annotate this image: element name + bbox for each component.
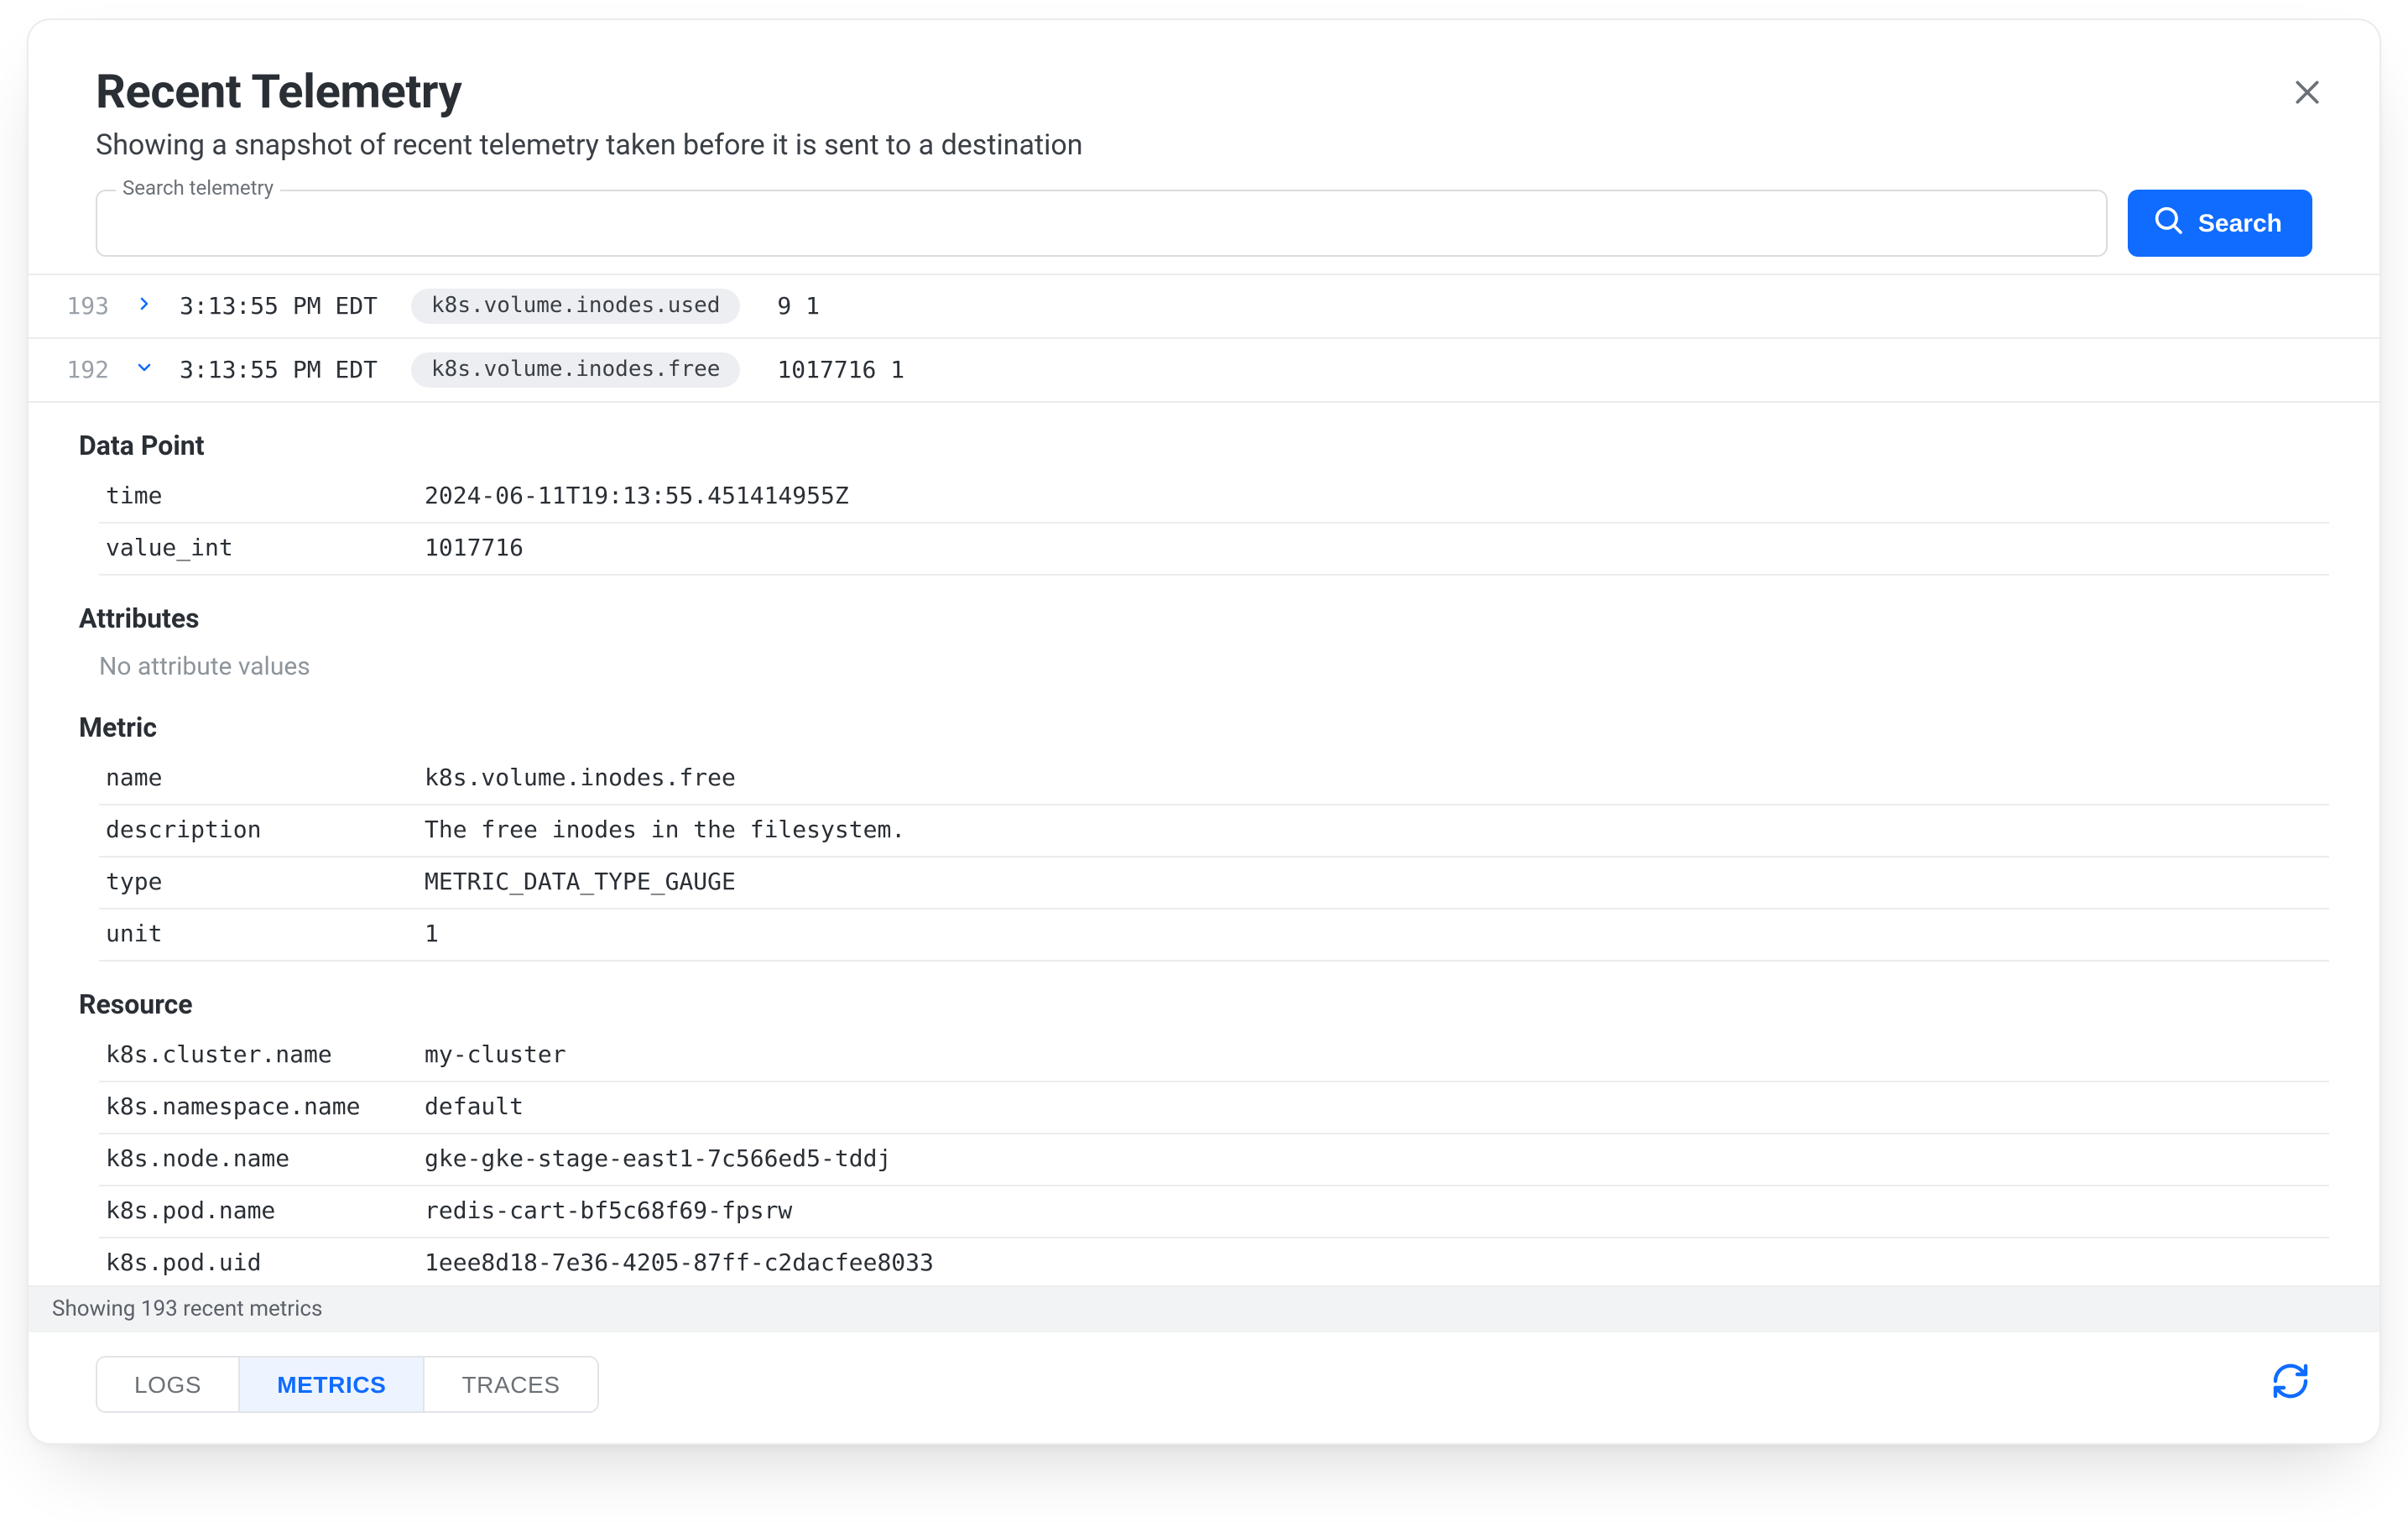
kv-key: unit (99, 909, 418, 961)
row-values: 9 1 (777, 293, 820, 320)
telemetry-row[interactable]: 192 3:13:55 PM EDT k8s.volume.inodes.fre… (29, 339, 2379, 403)
kv-key: k8s.namespace.name (99, 1082, 418, 1134)
tab-metrics[interactable]: METRICS (240, 1358, 425, 1411)
tab-traces[interactable]: TRACES (425, 1358, 597, 1411)
kv-row: k8s.cluster.name my-cluster (99, 1030, 2329, 1082)
kv-row: name k8s.volume.inodes.free (99, 753, 2329, 805)
kv-row: type METRIC_DATA_TYPE_GAUGE (99, 857, 2329, 909)
refresh-icon (2270, 1361, 2311, 1408)
section-heading-attributes: Attributes (79, 602, 2329, 634)
kv-value: 1 (418, 909, 2329, 961)
telemetry-modal: Recent Telemetry Showing a snapshot of r… (27, 18, 2381, 1445)
kv-row: description The free inodes in the files… (99, 805, 2329, 857)
search-field: Search telemetry (96, 190, 2108, 257)
kv-value: 1017716 (418, 523, 2329, 575)
section-heading-resource: Resource (79, 988, 2329, 1020)
page-subtitle: Showing a snapshot of recent telemetry t… (96, 129, 2312, 163)
type-tabs: LOGS METRICS TRACES (96, 1356, 599, 1413)
kv-row: k8s.pod.name redis-cart-bf5c68f69-fpsrw (99, 1186, 2329, 1238)
kv-value: METRIC_DATA_TYPE_GAUGE (418, 857, 2329, 909)
metric-chip: k8s.volume.inodes.free (411, 352, 740, 388)
kv-value: 1eee8d18-7e36-4205-87ff-c2dacfee8033 (418, 1238, 2329, 1285)
row-timestamp: 3:13:55 PM EDT (180, 293, 378, 320)
search-input[interactable] (96, 190, 2108, 257)
kv-row: time 2024-06-11T19:13:55.451414955Z (99, 472, 2329, 523)
status-bar: Showing 193 recent metrics (29, 1285, 2379, 1332)
kv-key: type (99, 857, 418, 909)
kv-key: k8s.cluster.name (99, 1030, 418, 1082)
kv-value: k8s.volume.inodes.free (418, 753, 2329, 805)
bottom-bar: LOGS METRICS TRACES (29, 1332, 2379, 1443)
row-index: 193 (62, 293, 109, 320)
data-point-table: time 2024-06-11T19:13:55.451414955Z valu… (99, 472, 2329, 576)
kv-key: k8s.node.name (99, 1134, 418, 1186)
close-icon (2291, 76, 2324, 116)
row-timestamp: 3:13:55 PM EDT (180, 357, 378, 383)
tab-logs[interactable]: LOGS (97, 1358, 240, 1411)
modal-header: Recent Telemetry Showing a snapshot of r… (29, 20, 2379, 190)
kv-value: 2024-06-11T19:13:55.451414955Z (418, 472, 2329, 523)
chevron-right-icon (134, 293, 154, 320)
expand-toggle[interactable] (133, 293, 156, 320)
kv-row: k8s.node.name gke-gke-stage-east1-7c566e… (99, 1134, 2329, 1186)
rows-viewport: 193 3:13:55 PM EDT k8s.volume.inodes.use… (29, 274, 2379, 1285)
page-title: Recent Telemetry (96, 64, 2312, 119)
kv-value: default (418, 1082, 2329, 1134)
expand-toggle[interactable] (133, 357, 156, 383)
kv-row: k8s.namespace.name default (99, 1082, 2329, 1134)
kv-key: k8s.pod.uid (99, 1238, 418, 1285)
kv-key: k8s.pod.name (99, 1186, 418, 1238)
status-text: Showing 193 recent metrics (52, 1297, 322, 1322)
search-label: Search telemetry (116, 176, 280, 200)
search-button[interactable]: Search (2128, 190, 2312, 257)
kv-key: value_int (99, 523, 418, 575)
kv-key: name (99, 753, 418, 805)
kv-value: my-cluster (418, 1030, 2329, 1082)
kv-row: value_int 1017716 (99, 523, 2329, 575)
refresh-button[interactable] (2269, 1363, 2312, 1406)
kv-row: k8s.pod.uid 1eee8d18-7e36-4205-87ff-c2da… (99, 1238, 2329, 1285)
section-heading-data-point: Data Point (79, 430, 2329, 461)
row-values: 1017716 1 (777, 357, 904, 383)
kv-value: The free inodes in the filesystem. (418, 805, 2329, 857)
row-index: 192 (62, 357, 109, 383)
metric-chip: k8s.volume.inodes.used (411, 289, 740, 324)
search-button-label: Search (2198, 209, 2282, 237)
resource-table: k8s.cluster.name my-cluster k8s.namespac… (99, 1030, 2329, 1285)
kv-row: unit 1 (99, 909, 2329, 961)
chevron-down-icon (134, 357, 154, 383)
attributes-empty: No attribute values (79, 644, 2329, 685)
metric-table: name k8s.volume.inodes.free description … (99, 753, 2329, 962)
search-row: Search telemetry Search (29, 190, 2379, 274)
kv-key: description (99, 805, 418, 857)
telemetry-row[interactable]: 193 3:13:55 PM EDT k8s.volume.inodes.use… (29, 275, 2379, 339)
search-icon (2151, 203, 2185, 243)
section-heading-metric: Metric (79, 711, 2329, 743)
kv-key: time (99, 472, 418, 523)
row-detail: Data Point time 2024-06-11T19:13:55.4514… (29, 403, 2379, 1285)
rows-scroll[interactable]: 193 3:13:55 PM EDT k8s.volume.inodes.use… (29, 275, 2379, 1285)
kv-value: gke-gke-stage-east1-7c566ed5-tddj (418, 1134, 2329, 1186)
kv-value: redis-cart-bf5c68f69-fpsrw (418, 1186, 2329, 1238)
close-button[interactable] (2282, 70, 2332, 121)
